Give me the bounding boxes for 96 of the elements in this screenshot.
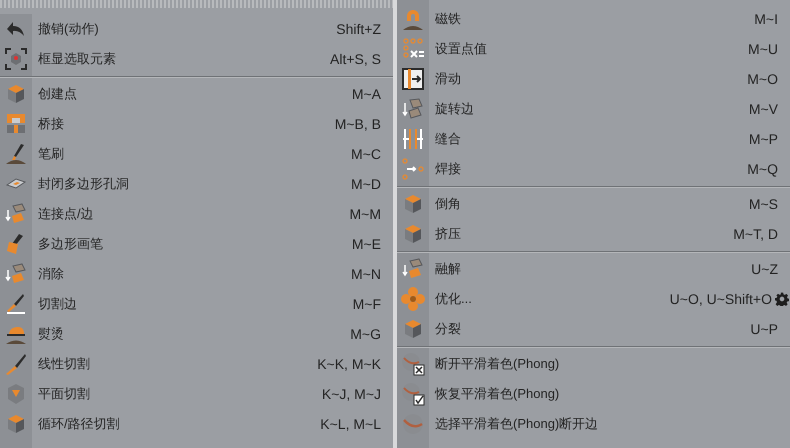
menu-item-label: 桥接 [38, 115, 64, 134]
menu-item-label: 焊接 [435, 160, 461, 178]
shortcut-text: M~F [352, 294, 381, 314]
knife-icon [4, 292, 28, 316]
shortcut-text: M~G [350, 324, 381, 344]
menu-item[interactable]: 创建点 M~A [0, 79, 393, 109]
menu-item[interactable]: 选择平滑着色(Phong)断开边 [397, 409, 790, 439]
shortcut-text: M~M [350, 204, 381, 224]
menu-item[interactable]: 熨烫 M~G [0, 319, 393, 349]
menu-item[interactable]: 连接点/边 M~M [0, 199, 393, 229]
framed-cube-icon [4, 47, 28, 71]
shortcut-text: M~U [748, 40, 778, 58]
menu-item-label: 优化... [435, 290, 472, 308]
menu-item[interactable]: 倒角 M~S [397, 189, 790, 219]
shortcut-text: K~L, M~L [320, 414, 381, 434]
menu-item-label: 循环/路径切割 [38, 415, 120, 434]
shortcut-text: U~O, U~Shift+O [670, 290, 772, 308]
menu-item[interactable]: 线性切割 K~K, M~K [0, 349, 393, 379]
menu-item[interactable]: 旋转边 M~V [397, 94, 790, 124]
menu-item[interactable]: 桥接 M~B, B [0, 109, 393, 139]
menu-item[interactable]: 焊接 M~Q [397, 154, 790, 184]
menu-item-label: 多边形画笔 [38, 235, 103, 254]
shortcut-text: M~Q [747, 160, 778, 179]
menu-item-label: 滑动 [435, 70, 461, 88]
menu-item[interactable]: 磁铁 M~I [397, 4, 790, 34]
menu-item[interactable]: 封闭多边形孔洞 M~D [0, 169, 393, 199]
menu-item[interactable]: 框显选取元素 Alt+S, S [0, 44, 393, 74]
menu-item[interactable]: 循环/路径切割 K~L, M~L [0, 409, 393, 439]
menu-item-label: 恢复平滑着色(Phong) [435, 385, 560, 404]
tilted-plates-icon [4, 262, 28, 286]
menu-item[interactable]: 切割边 M~F [0, 289, 393, 319]
menu-item-label: 倒角 [435, 195, 461, 214]
menu-item[interactable]: 缝合 M~P [397, 124, 790, 154]
shortcut-text: M~N [351, 264, 381, 284]
shortcut-text: M~A [352, 84, 381, 104]
shortcut-text: M~T, D [733, 224, 778, 244]
menu-item[interactable]: 设置点值 M~U [397, 34, 790, 64]
gear-icon[interactable] [775, 292, 789, 306]
menu-item-label: 笔刷 [38, 145, 64, 164]
menu-item-label: 撤销(动作) [38, 20, 99, 38]
menu-item-label: 连接点/边 [38, 205, 94, 224]
tilted-plates-icon [401, 257, 425, 281]
menu-item-label: 熨烫 [38, 325, 64, 344]
menu-item-label: 分裂 [435, 320, 461, 338]
menu-item[interactable]: 优化... U~O, U~Shift+O [397, 284, 790, 314]
magnet-icon [401, 7, 425, 31]
shortcut-text: Shift+Z [336, 20, 381, 38]
menu-item[interactable]: 滑动 M~O [397, 64, 790, 94]
tilted-plates-icon [401, 97, 425, 121]
shortcut-text: M~C [351, 144, 381, 164]
menu-item[interactable]: 挤压 M~T, D [397, 219, 790, 249]
slide-icon [401, 67, 425, 91]
menu-item-label: 挤压 [435, 225, 461, 244]
menu-item[interactable]: 分裂 U~P [397, 314, 790, 344]
menu-item[interactable]: 平面切割 K~J, M~J [0, 379, 393, 409]
flower-icon [401, 287, 425, 311]
menu-item-label: 平面切割 [38, 385, 90, 404]
menu-item[interactable]: 消除 M~N [0, 259, 393, 289]
stitch-icon [401, 127, 425, 151]
menu-item[interactable]: 笔刷 M~C [0, 139, 393, 169]
shortcut-text: M~I [754, 10, 778, 28]
menu-item-label: 断开平滑着色(Phong) [435, 355, 560, 374]
bridge-icon [4, 112, 28, 136]
menu-item-label: 磁铁 [435, 10, 461, 28]
menu-item-label: 融解 [435, 260, 461, 278]
shortcut-text: K~K, M~K [317, 354, 381, 374]
shortcut-text: M~D [351, 174, 381, 194]
shortcut-text: K~J, M~J [322, 384, 381, 404]
menu-item-label: 线性切割 [38, 355, 90, 374]
shortcut-text: M~V [748, 100, 778, 118]
shortcut-text: U~Z [751, 260, 778, 278]
shortcut-text: Alt+S, S [330, 50, 381, 68]
menu-item[interactable]: 恢复平滑着色(Phong) [397, 379, 790, 409]
shortcut-text: M~B, B [334, 114, 381, 134]
menu-item-label: 设置点值 [435, 40, 487, 58]
weld-icon [401, 157, 425, 181]
tilted-plates-icon [4, 202, 28, 226]
brush-icon [4, 142, 28, 166]
menu-item-label: 创建点 [38, 85, 77, 104]
knife-icon [4, 352, 28, 376]
shortcut-text: M~O [747, 70, 778, 88]
shortcut-text: M~P [748, 130, 778, 148]
menu-item-label: 选择平滑着色(Phong)断开边 [435, 415, 598, 434]
shortcut-text: M~E [352, 234, 381, 254]
menu-item[interactable]: 融解 U~Z [397, 254, 790, 284]
menu-item-label: 消除 [38, 265, 64, 284]
menu-item[interactable]: 撤销(动作) Shift+Z [0, 14, 393, 44]
menu-item-label: 旋转边 [435, 100, 474, 118]
menu-item-label: 封闭多边形孔洞 [38, 175, 129, 194]
menu-item-label: 切割边 [38, 295, 77, 314]
shortcut-text: M~S [748, 194, 778, 214]
menu-item-label: 框显选取元素 [38, 50, 116, 68]
menu-item[interactable]: 断开平滑着色(Phong) [397, 349, 790, 379]
menu-item-label: 缝合 [435, 130, 461, 148]
shortcut-text: U~P [750, 320, 778, 338]
menu-item[interactable]: 多边形画笔 M~E [0, 229, 393, 259]
